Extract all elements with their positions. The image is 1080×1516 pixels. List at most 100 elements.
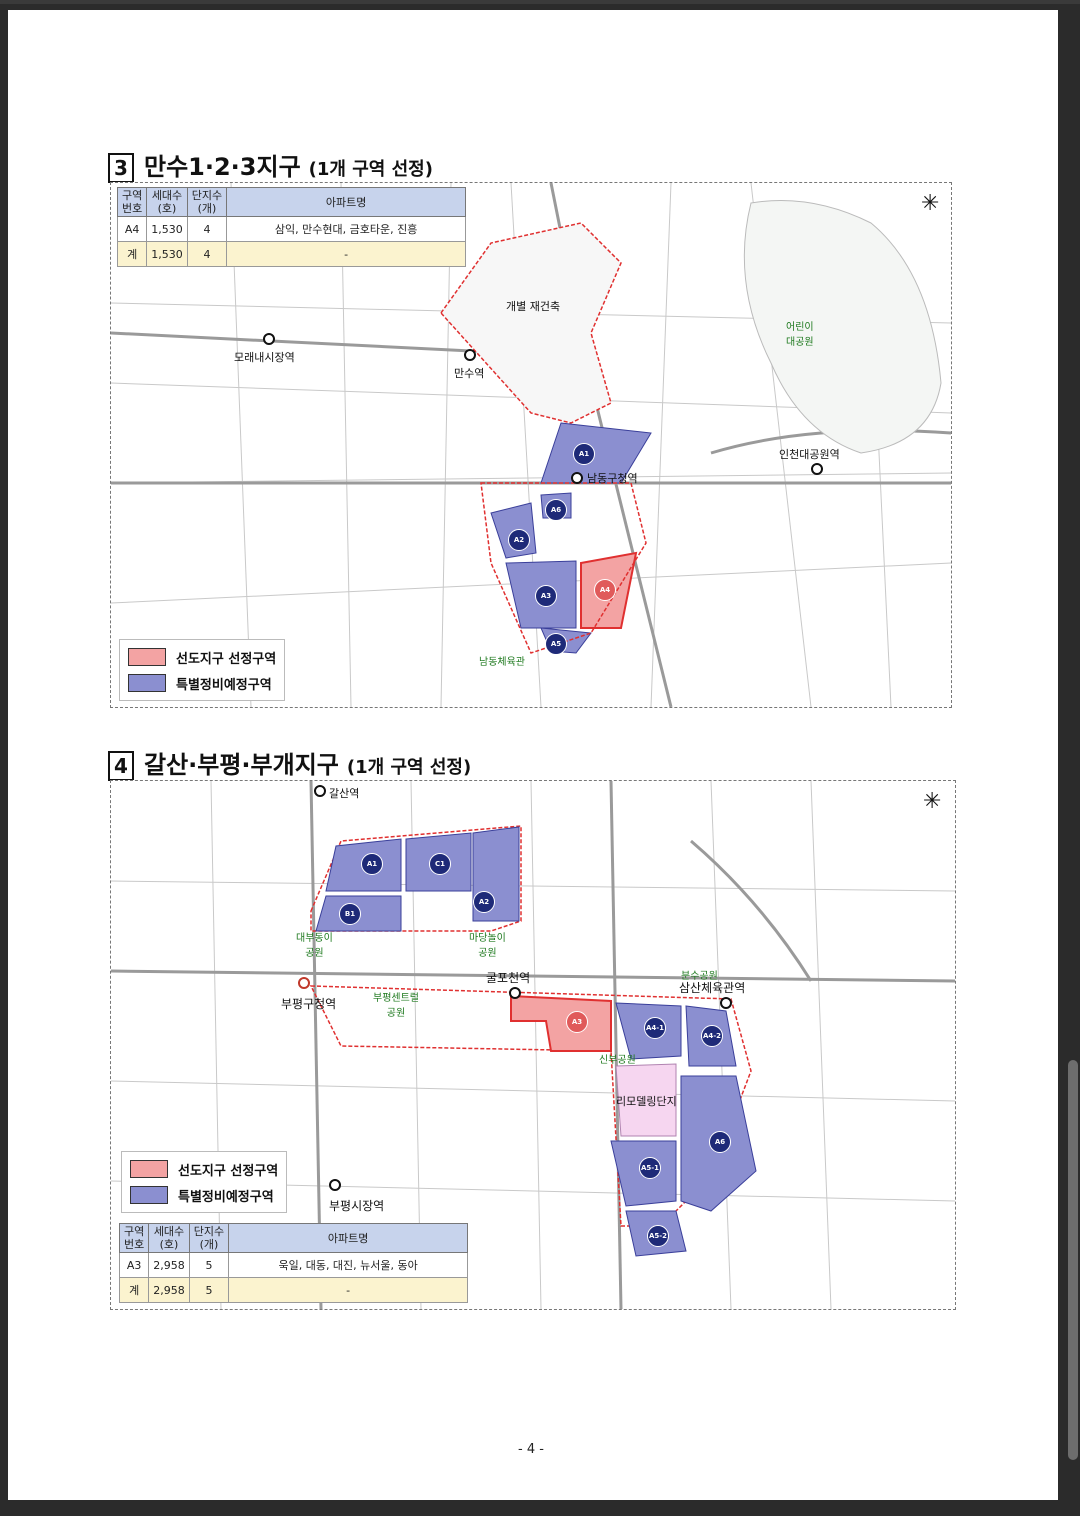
station-icon [720,997,732,1009]
label-children-park: 어린이 대공원 [786,322,814,348]
cell-complexes: 4 [186,216,228,242]
legend-row-special: 특별정비예정구역 [128,670,276,696]
station-icon [464,349,476,361]
legend-swatch-selected [130,1160,168,1178]
legend-swatch-special [128,674,166,692]
cell-zone: A3 [118,1252,150,1278]
total-names: - [228,1277,469,1303]
badge-a4: A4 [594,579,616,601]
section4-legend: 선도지구 선정구역 특별정비예정구역 [121,1151,288,1213]
total-complexes: 4 [186,241,228,267]
label-samsan-station: 삼산체육관역 [679,981,746,995]
total-households: 2,958 [148,1277,190,1303]
label-incheon-park-station: 인천대공원역 [779,448,840,461]
label-galsan-station: 갈산역 [329,787,360,800]
legend-label-special: 특별정비예정구역 [176,677,272,693]
badge-a2: A2 [473,891,495,913]
cell-households: 2,958 [148,1252,190,1278]
label-park-daebu: 대부동이 공원 [296,933,333,959]
scrollbar[interactable] [1068,1060,1078,1460]
legend-swatch-special [130,1186,168,1204]
table-header-row: 구역 번호 세대수 (호) 단지수 (개) 아파트명 [118,1223,469,1253]
cell-names: 욱일, 대동, 대진, 뉴서울, 동아 [228,1252,469,1278]
table-header-row: 구역 번호 세대수 (호) 단지수 (개) 아파트명 [116,187,467,217]
total-households: 1,530 [146,241,188,267]
header-names: 아파트명 [226,187,467,217]
section4-title: 4 갈산·부평·부개지구 (1개 구역 선정) [108,745,471,781]
cell-households: 1,530 [146,216,188,242]
section4-subtitle: (1개 구역 선정) [346,757,472,778]
station-icon [329,1179,341,1191]
legend-label-selected: 선도지구 선정구역 [176,651,277,667]
section3-table: 구역 번호 세대수 (호) 단지수 (개) 아파트명 A4 1,530 4 삼익… [116,187,467,267]
badge-a5: A5 [545,633,567,655]
badge-a2: A2 [508,529,530,551]
children-park-area [743,200,942,454]
header-names: 아파트명 [228,1223,469,1253]
badge-a4-2: A4-2 [701,1025,723,1047]
total-complexes: 5 [188,1277,230,1303]
header-zone: 구역 번호 [116,187,148,217]
table-total-row: 계 1,530 4 - [116,241,467,267]
badge-a5-1: A5-1 [639,1157,661,1179]
section4-map: ✳ 갈산역 A1 C1 B1 A2 대부동이 공원 마당놀이 공원 부평구청역 … [110,780,956,1310]
section3-subtitle: (1개 구역 선정) [308,159,433,180]
section4-title-text: 갈산·부평·부개지구 [144,751,339,779]
station-icon [571,472,583,484]
badge-c1: C1 [429,853,451,875]
section4-table: 구역 번호 세대수 (호) 단지수 (개) 아파트명 A3 2,958 5 욱일… [118,1223,469,1303]
total-zone: 계 [118,1277,150,1303]
station-icon [298,977,310,989]
legend-row-selected: 선도지구 선정구역 [128,644,276,670]
section3-title-text: 만수1·2·3지구 [144,153,301,181]
label-park-madang: 마당놀이 공원 [469,933,506,959]
legend-label-selected: 선도지구 선정구역 [178,1163,279,1179]
label-redevelop: 개별 재건축 [506,300,561,313]
legend-label-special: 특별정비예정구역 [178,1189,274,1205]
badge-a6: A6 [545,499,567,521]
badge-a5-2: A5-2 [647,1225,669,1247]
legend-row-special: 특별정비예정구역 [130,1182,278,1208]
label-park-sinbu: 신부공원 [599,1055,636,1066]
section3-map: 구역 번호 세대수 (호) 단지수 (개) 아파트명 A4 1,530 4 삼익… [110,182,952,708]
zone-a3 [510,994,612,1052]
total-zone: 계 [116,241,148,267]
section4-number: 4 [108,751,134,781]
header-complexes: 단지수 (개) [188,1223,230,1253]
station-icon [263,333,275,345]
window-top-bar [0,0,1080,4]
header-zone: 구역 번호 [118,1223,150,1253]
label-remodel: 리모델링단지 [616,1095,677,1108]
label-bupyeong-market-station: 부평시장역 [329,1199,385,1213]
section3-legend: 선도지구 선정구역 특별정비예정구역 [119,639,286,701]
label-mansu-station: 만수역 [454,367,485,380]
badge-a4-1: A4-1 [644,1017,666,1039]
label-gulpocheon-station: 굴포천역 [486,971,531,985]
table-total-row: 계 2,958 5 - [118,1277,469,1303]
badge-a1: A1 [573,443,595,465]
label-namdong-gym: 남동체육관 [479,657,525,668]
legend-row-selected: 선도지구 선정구역 [130,1156,278,1182]
header-households: 세대수 (호) [148,1223,190,1253]
page-number: - 4 - [518,1442,544,1457]
station-icon [314,785,326,797]
label-namdong-station: 남동구청역 [587,472,638,485]
north-arrow-icon: ✳ [921,191,940,216]
header-households: 세대수 (호) [146,187,188,217]
header-complexes: 단지수 (개) [186,187,228,217]
cell-zone: A4 [116,216,148,242]
legend-swatch-selected [128,648,166,666]
label-park-central: 부평센트럴 공원 [373,993,419,1019]
redevelop-area [440,222,622,424]
cell-complexes: 5 [188,1252,230,1278]
document-page: 3 만수1·2·3지구 (1개 구역 선정) 구역 번호 세대수 (호) 단지수… [8,10,1058,1500]
total-names: - [226,241,467,267]
table-row: A3 2,958 5 욱일, 대동, 대진, 뉴서울, 동아 [118,1252,469,1278]
table-row: A4 1,530 4 삼익, 만수현대, 금호타운, 진흥 [116,216,467,242]
north-arrow-icon: ✳ [923,789,942,814]
section3-number: 3 [108,153,134,183]
badge-b1: B1 [339,903,361,925]
badge-a1: A1 [361,853,383,875]
badge-a3: A3 [535,585,557,607]
station-icon [811,463,823,475]
